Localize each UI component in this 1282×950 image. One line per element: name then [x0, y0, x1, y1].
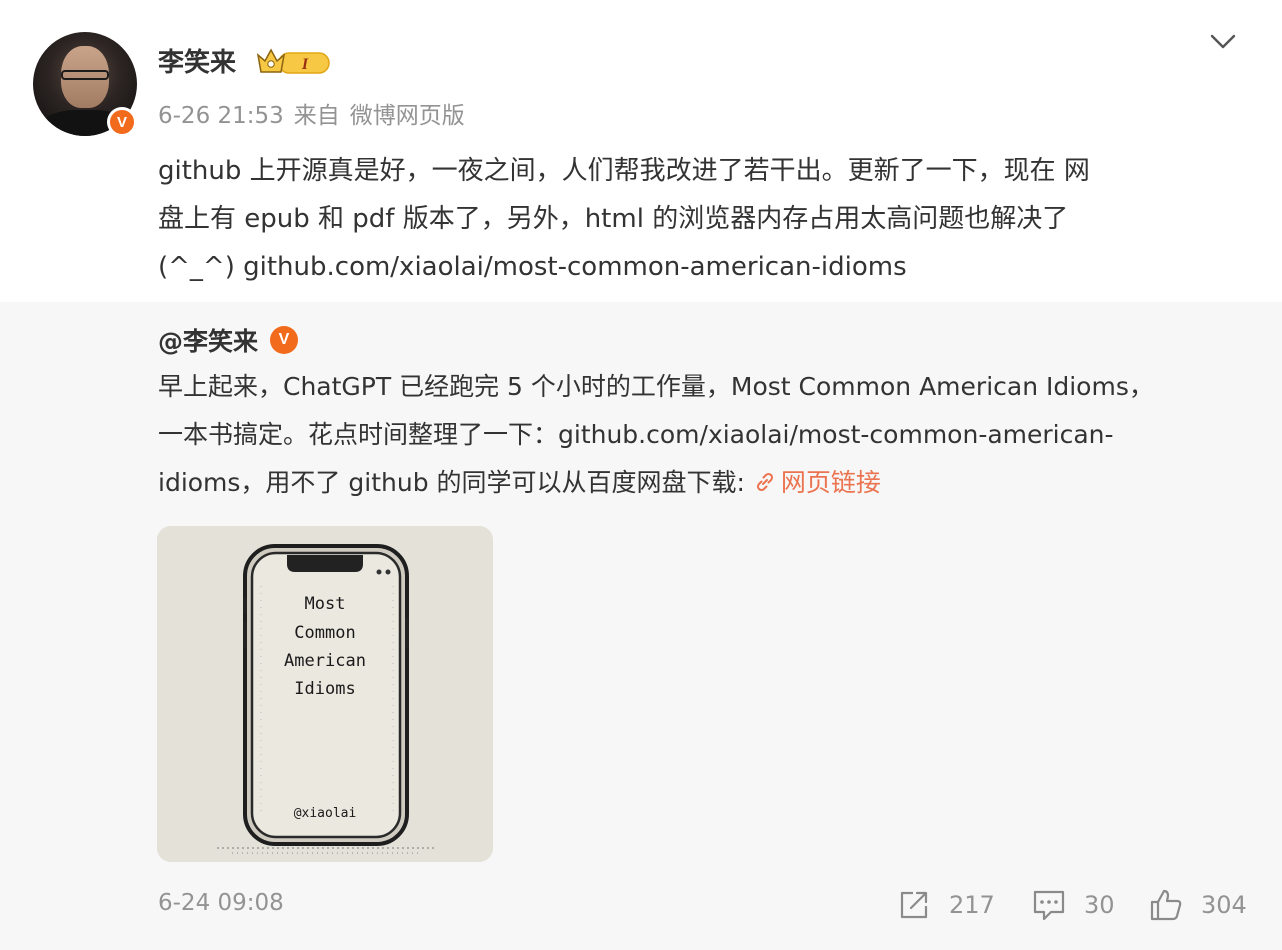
link-icon — [756, 472, 773, 492]
image-handle: @xiaolai — [294, 806, 357, 821]
post-image[interactable]: Most Common American Idioms @xiaolai — [157, 526, 493, 862]
weibo-post: V 李笑来 I 6-26 21:53 来自 微博网页版 github 上开源真是好，… — [0, 0, 1282, 302]
verified-v-icon: V — [270, 326, 299, 354]
source-prefix: 来自 — [293, 103, 340, 129]
image-title-line: Common — [294, 623, 355, 643]
repost-author-name[interactable]: @李笑来 — [158, 322, 258, 358]
comment-count: 30 — [1084, 891, 1115, 919]
comment-icon — [1033, 890, 1065, 921]
phone-sketch-image: Most Common American Idioms @xiaolai — [157, 526, 493, 862]
chevron-down-icon[interactable] — [1208, 26, 1238, 56]
web-link-label: 网页链接 — [780, 468, 881, 497]
repost-button[interactable]: 217 — [897, 888, 995, 922]
thumbs-up-icon — [1150, 889, 1182, 921]
repost-text-line-end: idioms，用不了 github 的同学可以从百度网盘下载: — [158, 468, 753, 497]
like-button[interactable]: 304 — [1149, 888, 1247, 922]
author-name[interactable]: 李笑来 — [158, 42, 236, 79]
post-source: 微博网页版 — [349, 103, 465, 129]
post-body: github 上开源真是好，一夜之间，人们帮我改进了若干出。更新了一下，现在 网… — [158, 147, 1238, 291]
repost-count: 217 — [949, 891, 995, 919]
repost-author[interactable]: @李笑来 V — [158, 322, 299, 358]
post-text-line: 盘上有 epub 和 pdf 版本了，另外，html 的浏览器内存占用太高问题也… — [158, 204, 1069, 234]
comment-button[interactable]: 30 — [1032, 888, 1115, 922]
repost-time[interactable]: 6-24 09:08 — [158, 890, 284, 916]
post-text-line: github 上开源真是好，一夜之间，人们帮我改进了若干出。更新了一下，现在 网 — [158, 156, 1090, 186]
repost-body: 早上起来，ChatGPT 已经跑完 5 个小时的工作量，Most Common … — [158, 363, 1238, 507]
vip-badge-text: I — [301, 56, 309, 73]
repost-text-line: 早上起来，ChatGPT 已经跑完 5 个小时的工作量，Most Common … — [158, 372, 1154, 401]
image-title-line: American — [284, 651, 366, 671]
post-time[interactable]: 6-26 21:53 — [158, 103, 284, 129]
web-link[interactable]: 网页链接 — [753, 468, 881, 497]
crown-vip-icon[interactable]: I — [255, 45, 333, 77]
image-title-line: Idioms — [294, 679, 355, 699]
repost-text-line: idioms，用不了 github 的同学可以从百度网盘下载: 网页链接 — [158, 459, 1238, 507]
repost-text-line: 一本书搞定。花点时间整理了一下：github.com/xiaolai/most-… — [158, 420, 1114, 449]
share-icon — [900, 891, 928, 919]
post-meta: 6-26 21:53 来自 微博网页版 — [158, 96, 475, 130]
verified-v-icon: V — [107, 107, 137, 137]
image-title-line: Most — [305, 594, 346, 614]
post-text-line: (^_^) github.com/xiaolai/most-common-ame… — [158, 252, 907, 282]
avatar-glasses — [61, 70, 109, 80]
like-count: 304 — [1201, 891, 1247, 919]
reposted-post[interactable]: @李笑来 V 早上起来，ChatGPT 已经跑完 5 个小时的工作量，Most … — [0, 302, 1282, 950]
